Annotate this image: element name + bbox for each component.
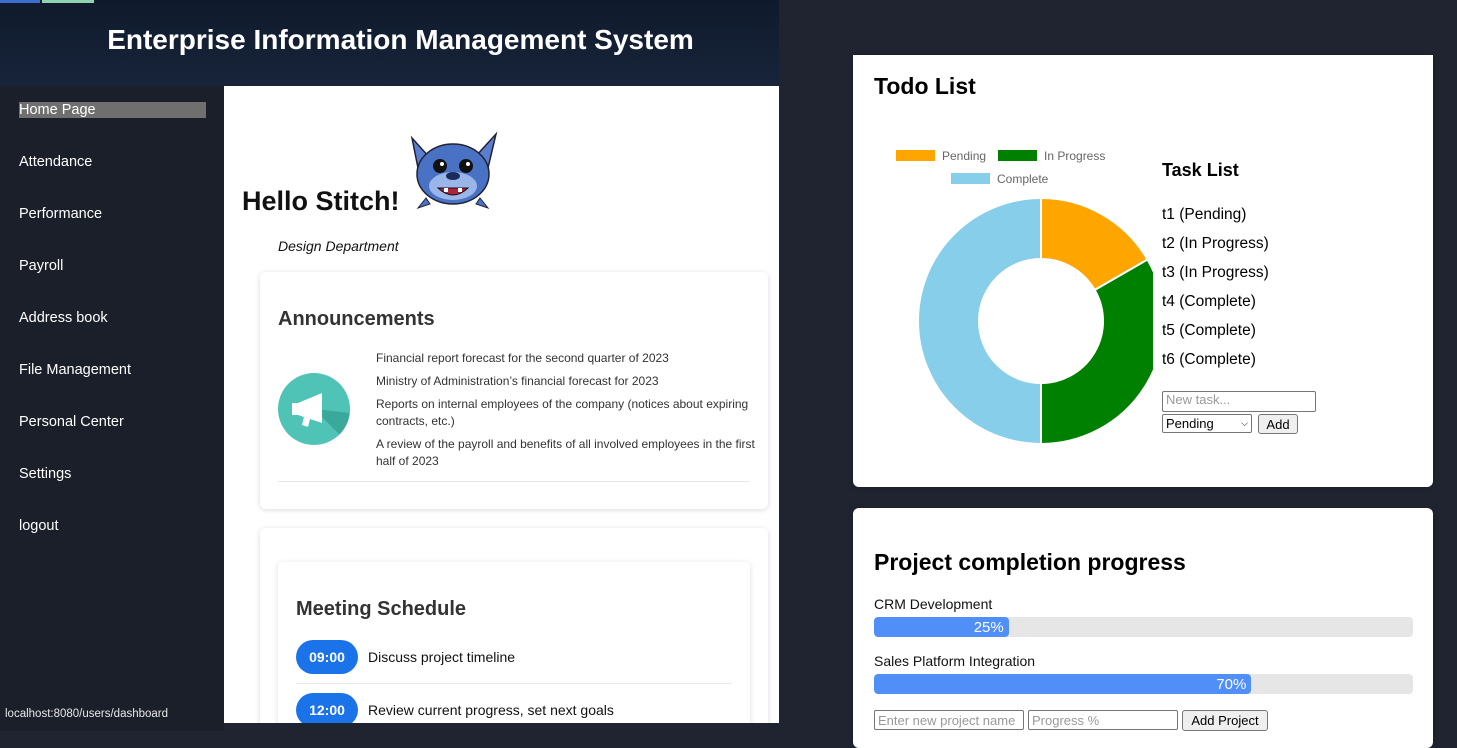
project-progress-title: Project completion progress — [874, 549, 1186, 575]
legend-label: Pending — [942, 149, 986, 163]
progress-bar-fill: 25% — [874, 617, 1009, 637]
sidebar-item-performance[interactable]: Performance — [19, 206, 102, 222]
task-status-value: Pending — [1166, 416, 1214, 431]
meeting-schedule-title: Meeting Schedule — [296, 598, 467, 620]
announcements-list: Financial report forecast for the second… — [376, 350, 756, 476]
progress-bar-fill: 70% — [874, 674, 1252, 694]
browser-tab-strip — [0, 0, 100, 3]
announcements-title: Announcements — [278, 308, 435, 330]
project-name: CRM Development — [874, 596, 993, 612]
task-item[interactable]: t4 (Complete) — [1162, 293, 1256, 311]
todo-title: Todo List — [874, 73, 976, 99]
task-list-title: Task List — [1162, 160, 1239, 180]
divider — [278, 481, 750, 482]
sidebar: Home Page Attendance Performance Payroll… — [0, 86, 224, 731]
greeting: Hello Stitch! — [242, 186, 400, 216]
legend-swatch[interactable] — [896, 150, 935, 161]
project-progress-card: Project completion progress CRM Developm… — [853, 508, 1433, 748]
browser-tab[interactable] — [0, 0, 40, 3]
task-status-donut-chart: Pending In Progress Complete — [896, 149, 1153, 446]
app-title: Enterprise Information Management System — [107, 24, 694, 55]
meeting-text: Review current progress, set next goals — [368, 702, 614, 718]
add-project-button[interactable]: Add Project — [1182, 710, 1268, 731]
announcement-item[interactable]: Reports on internal employees of the com… — [376, 396, 756, 430]
dashboard-window: Enterprise Information Management System… — [0, 0, 779, 731]
app-header: Enterprise Information Management System — [0, 0, 779, 86]
legend-label: In Progress — [1044, 149, 1105, 163]
task-item[interactable]: t6 (Complete) — [1162, 351, 1256, 369]
task-item[interactable]: t5 (Complete) — [1162, 322, 1256, 340]
project-progress-bar: 25% — [874, 617, 1413, 637]
main-content: Hello Stitch! Design Department Announce… — [224, 86, 779, 723]
project-progress-bar: 70% — [874, 674, 1413, 694]
legend-label: Complete — [997, 172, 1049, 186]
add-task-button[interactable]: Add — [1258, 414, 1298, 434]
sidebar-item-payroll[interactable]: Payroll — [19, 258, 63, 274]
sidebar-item-logout[interactable]: logout — [19, 518, 59, 534]
meeting-schedule: Meeting Schedule 09:00 Discuss project t… — [278, 562, 750, 723]
announcement-item[interactable]: Financial report forecast for the second… — [376, 350, 756, 367]
status-bar-url: localhost:8080/users/dashboard — [0, 704, 177, 724]
browser-tab[interactable] — [42, 0, 94, 3]
megaphone-icon — [278, 373, 350, 445]
donut-slice-complete[interactable] — [917, 196, 1042, 446]
sidebar-item-settings[interactable]: Settings — [19, 466, 71, 482]
sidebar-item-address-book[interactable]: Address book — [19, 310, 108, 326]
meeting-item[interactable]: 12:00 Review current progress, set next … — [296, 693, 732, 723]
legend-swatch[interactable] — [998, 150, 1037, 161]
sidebar-item-personal-center[interactable]: Personal Center — [19, 414, 124, 430]
stitch-avatar-icon — [408, 128, 498, 212]
meeting-item[interactable]: 09:00 Discuss project timeline — [296, 640, 732, 674]
announcement-item[interactable]: A review of the payroll and benefits of … — [376, 436, 756, 470]
meeting-time-badge: 09:00 — [296, 640, 358, 674]
department-label: Design Department — [278, 238, 399, 254]
announcement-item[interactable]: Ministry of Administration’s financial f… — [376, 373, 756, 390]
sidebar-item-home[interactable]: Home Page — [19, 102, 206, 118]
sidebar-item-file-management[interactable]: File Management — [19, 362, 131, 378]
chevron-down-icon: ⌵ — [1241, 418, 1248, 428]
todo-card: Todo List Pending In Progress Complete Tas… — [853, 55, 1433, 487]
new-task-input[interactable]: New task... — [1162, 391, 1316, 412]
task-item[interactable]: t2 (In Progress) — [1162, 235, 1269, 253]
meeting-time-badge: 12:00 — [296, 693, 358, 723]
todo-window: Todo List Pending In Progress Complete Tas… — [830, 55, 1457, 748]
task-status-select[interactable]: Pending ⌵ — [1162, 414, 1252, 433]
legend-swatch[interactable] — [951, 173, 990, 184]
announcements-card: Announcements Financial report forecast … — [260, 272, 768, 509]
project-name: Sales Platform Integration — [874, 653, 1036, 669]
task-item[interactable]: t1 (Pending) — [1162, 206, 1246, 224]
meeting-card: Meeting Schedule 09:00 Discuss project t… — [260, 528, 768, 723]
sidebar-item-attendance[interactable]: Attendance — [19, 154, 92, 170]
project-name-input[interactable]: Enter new project name — [874, 710, 1024, 730]
divider — [296, 683, 732, 684]
meeting-text: Discuss project timeline — [368, 649, 516, 665]
project-progress-input[interactable]: Progress % — [1028, 710, 1178, 730]
task-item[interactable]: t3 (In Progress) — [1162, 264, 1269, 282]
